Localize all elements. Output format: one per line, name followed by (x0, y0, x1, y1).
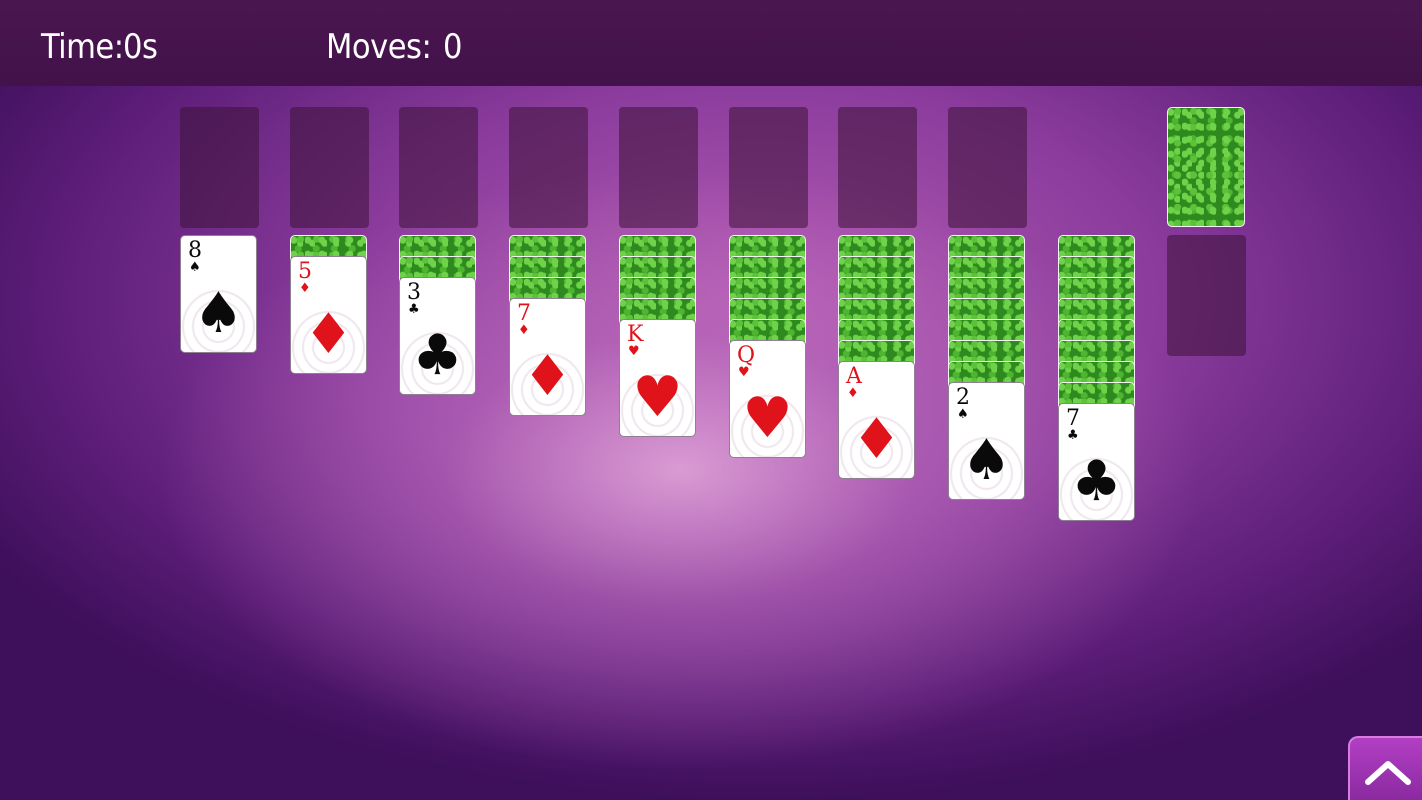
face-up-card[interactable]: 2 ♠ ♠ (948, 382, 1025, 500)
moves-label: Moves: (326, 27, 432, 67)
diamond-small-icon: ♦ (299, 281, 311, 296)
diamond-small-icon: ♦ (847, 386, 859, 401)
foundation-slot[interactable] (290, 107, 369, 228)
spade-small-icon: ♠ (957, 407, 969, 422)
diamond-icon: ♦ (851, 407, 902, 472)
foundation-slot[interactable] (838, 107, 917, 228)
face-up-card[interactable]: 8 ♠ ♠ (180, 235, 257, 353)
spade-small-icon: ♠ (189, 260, 201, 275)
club-small-icon: ♣ (1067, 428, 1079, 443)
stock-card-back[interactable] (1167, 107, 1245, 227)
diamond-small-icon: ♦ (518, 323, 530, 338)
face-up-card[interactable]: 7 ♣ ♣ (1058, 403, 1135, 521)
diamond-icon: ♦ (303, 302, 354, 367)
moves-value: 0 (443, 27, 462, 67)
heart-small-icon: ♥ (738, 365, 750, 380)
heart-small-icon: ♥ (628, 344, 640, 359)
menu-expand-button[interactable] (1348, 736, 1422, 800)
foundation-slot[interactable] (180, 107, 259, 228)
face-up-card[interactable]: Q ♥ ♥ (729, 340, 806, 458)
foundation-slot[interactable] (948, 107, 1027, 228)
waste-pile-slot[interactable] (1167, 235, 1246, 356)
club-icon: ♣ (1071, 449, 1122, 514)
heart-icon: ♥ (742, 386, 793, 451)
foundation-slot[interactable] (509, 107, 588, 228)
face-up-card[interactable]: 3 ♣ ♣ (399, 277, 476, 395)
status-bar: Time: 0s Moves: 0 (0, 0, 1422, 86)
chevron-up-icon (1365, 761, 1411, 785)
foundation-slot[interactable] (619, 107, 698, 228)
time-label: Time: (41, 27, 124, 67)
diamond-icon: ♦ (522, 344, 573, 409)
spade-icon: ♠ (193, 281, 244, 346)
heart-icon: ♥ (632, 365, 683, 430)
face-up-card[interactable]: A ♦ ♦ (838, 361, 915, 479)
foundation-slot[interactable] (729, 107, 808, 228)
spade-icon: ♠ (961, 428, 1012, 493)
club-small-icon: ♣ (408, 302, 420, 317)
face-up-card[interactable]: 7 ♦ ♦ (509, 298, 586, 416)
face-up-card[interactable]: K ♥ ♥ (619, 319, 696, 437)
foundation-slot[interactable] (399, 107, 478, 228)
club-icon: ♣ (412, 323, 463, 388)
face-up-card[interactable]: 5 ♦ ♦ (290, 256, 367, 374)
time-value: 0s (123, 27, 158, 67)
